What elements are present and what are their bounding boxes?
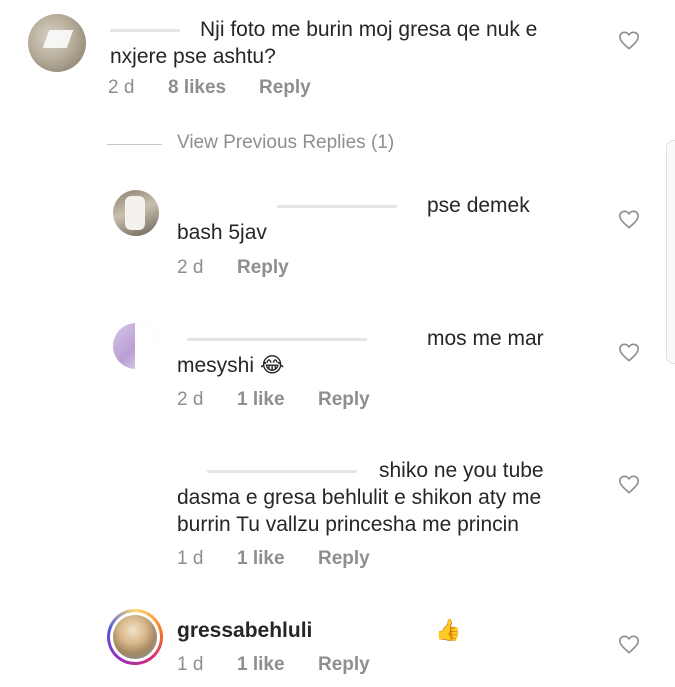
comment-line: dasma e gresa behlulit e shikon aty me <box>177 486 542 509</box>
like-heart-icon[interactable] <box>618 634 640 654</box>
comment-text: mos me mar mesyshi 😂 <box>177 325 597 379</box>
comment-line: pse demek <box>427 194 530 217</box>
like-heart-icon[interactable] <box>618 474 640 494</box>
like-heart-icon[interactable] <box>618 209 640 229</box>
username[interactable]: gressabehluli <box>177 619 312 642</box>
comment-text: shiko ne you tube dasma e gresa behlulit… <box>177 457 607 538</box>
comment-line: bash 5jav <box>177 221 267 244</box>
avatar[interactable] <box>113 323 159 369</box>
comment-text: Nji foto me burin moj gresa qe nuk e nxj… <box>110 16 600 70</box>
comment-line: burrin Tu vallzu princesha me princin <box>177 513 519 536</box>
likes-count[interactable]: 1 like <box>237 548 285 570</box>
reply-button[interactable]: Reply <box>259 77 311 99</box>
comment-line: mos me mar <box>427 327 544 350</box>
timestamp: 2 d <box>108 77 135 98</box>
reply-button[interactable]: Reply <box>318 654 370 676</box>
likes-count[interactable]: 8 likes <box>168 77 226 99</box>
like-heart-icon[interactable] <box>618 30 640 50</box>
comment-line: shiko ne you tube <box>379 459 544 482</box>
view-previous-replies-label[interactable]: View Previous Replies (1) <box>177 132 394 154</box>
scrollbar[interactable] <box>666 140 675 364</box>
redacted-username <box>187 337 367 341</box>
timestamp: 1 d <box>177 654 204 675</box>
timestamp: 2 d <box>177 257 204 278</box>
likes-count[interactable]: 1 like <box>237 389 285 411</box>
reply-button[interactable]: Reply <box>318 389 370 411</box>
view-previous-replies[interactable]: View Previous Replies (1) <box>107 132 427 158</box>
comment-line: Nji foto me burin moj gresa qe nuk e <box>200 18 538 41</box>
comment-line: mesyshi 😂 <box>177 354 285 377</box>
like-heart-icon[interactable] <box>618 342 640 362</box>
redacted-username <box>277 204 397 208</box>
timestamp: 2 d <box>177 389 204 410</box>
comment-text: pse demek bash 5jav <box>177 192 597 246</box>
comment-line: nxjere pse ashtu? <box>110 45 276 68</box>
avatar[interactable] <box>28 14 86 72</box>
avatar[interactable] <box>113 190 159 236</box>
divider <box>107 144 162 145</box>
redacted-username <box>207 469 357 473</box>
likes-count[interactable]: 1 like <box>237 654 285 676</box>
redacted-username <box>110 28 180 32</box>
profile-photo <box>113 615 157 659</box>
thumbs-up-emoji: 👍 <box>435 619 462 642</box>
timestamp: 1 d <box>177 548 204 569</box>
avatar[interactable] <box>107 609 163 665</box>
comment-text: gressabehluli 👍 <box>177 617 597 644</box>
reply-button[interactable]: Reply <box>318 548 370 570</box>
reply-button[interactable]: Reply <box>237 257 289 279</box>
